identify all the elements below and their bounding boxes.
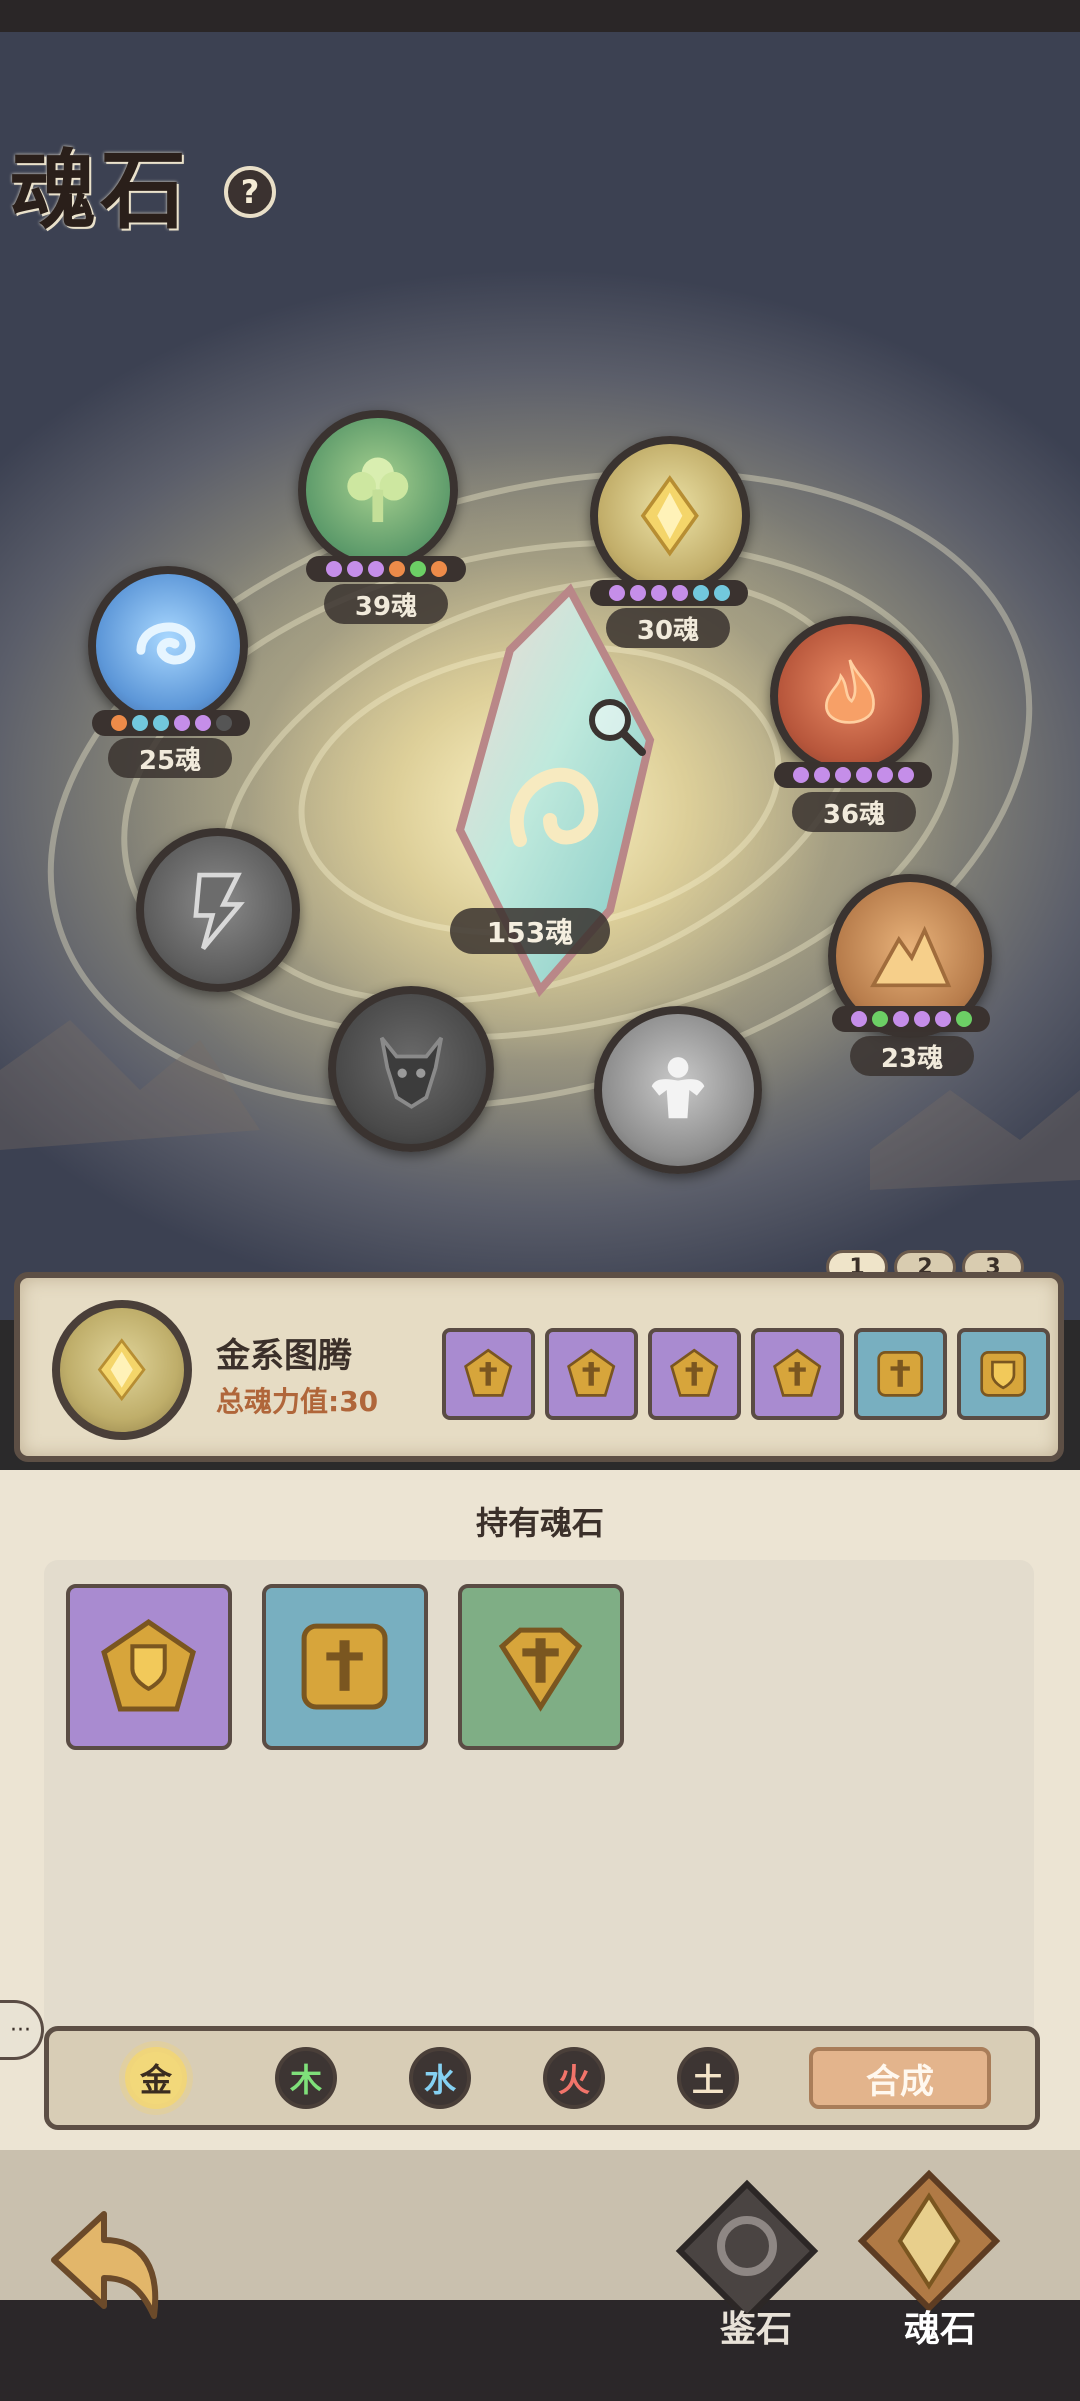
totem-slot[interactable] — [648, 1328, 741, 1420]
water-soul-value: 25魂 — [108, 738, 232, 778]
owned-stone-item[interactable] — [458, 1584, 624, 1750]
water-dot-2 — [131, 715, 148, 731]
square-sword-icon — [877, 1351, 924, 1397]
earth-dot-4 — [913, 1011, 930, 1027]
page-title: 魂石 — [10, 140, 190, 241]
water-totem-dots — [92, 710, 250, 736]
water-dot-5 — [194, 715, 211, 731]
earth-dot-1 — [850, 1011, 867, 1027]
lightning-icon — [193, 872, 245, 951]
wood-dot-2 — [346, 561, 363, 577]
soulstone-nav-button[interactable] — [854, 2166, 1004, 2316]
fire-soul-value: 36魂 — [792, 792, 916, 832]
crystal-soul-value: 153魂 — [450, 908, 610, 954]
earth-soul-value: 23魂 — [850, 1036, 974, 1076]
appraise-nav-label: 鉴石 — [719, 2309, 792, 2350]
selected-totem-emblem — [52, 1300, 192, 1440]
metal-totem-orb[interactable] — [590, 436, 750, 596]
lightning-totem-orb[interactable] — [136, 828, 300, 992]
owned-stone-item[interactable] — [66, 1584, 232, 1750]
totem-slot[interactable] — [751, 1328, 844, 1420]
element-filter-fire[interactable]: 火 — [543, 2047, 605, 2109]
element-filter-metal[interactable]: 金 — [125, 2047, 187, 2109]
pentagon-sword-icon — [670, 1348, 719, 1397]
status-strip — [0, 0, 1080, 32]
wood-dot-3 — [367, 561, 384, 577]
totem-slots — [442, 1328, 1050, 1420]
water-dot-4 — [173, 715, 190, 731]
back-arrow-icon[interactable] — [34, 2200, 174, 2330]
help-button[interactable]: ? — [224, 166, 276, 218]
fire-dot-1 — [792, 767, 809, 783]
metal-dot-6 — [713, 585, 730, 601]
page-header: 魂石 ? — [10, 110, 310, 241]
earth-dot-3 — [892, 1011, 909, 1027]
fire-dot-5 — [876, 767, 893, 783]
fire-dot-2 — [813, 767, 830, 783]
tree-icon — [347, 457, 409, 523]
owned-stones-title: 持有魂石 — [475, 1504, 604, 1542]
pentagon-sword-icon — [773, 1348, 822, 1397]
mountain-icon — [870, 925, 952, 988]
pentagon-sword-icon — [464, 1348, 513, 1397]
totem-slot[interactable] — [545, 1328, 638, 1420]
diamond-icon — [98, 1338, 146, 1402]
element-filter-bar: 金 木 水 火 土 合成 — [44, 2026, 1040, 2130]
pentagon-shield-icon — [101, 1619, 197, 1712]
wood-dot-6 — [430, 561, 447, 577]
selected-totem-total: 总魂力值:30 — [216, 1385, 379, 1418]
fire-dot-4 — [855, 767, 872, 783]
strongman-icon — [651, 1057, 705, 1119]
earth-dot-5 — [934, 1011, 951, 1027]
pentagon-sword-icon — [567, 1348, 616, 1397]
wood-dot-5 — [409, 561, 426, 577]
owned-stone-item[interactable] — [262, 1584, 428, 1750]
wood-dot-1 — [325, 561, 342, 577]
element-filter-water[interactable]: 水 — [409, 2047, 471, 2109]
flame-icon — [825, 659, 876, 724]
selected-totem-name: 金系图腾 — [216, 1336, 352, 1376]
wood-totem-dots — [306, 556, 466, 582]
earth-dot-2 — [871, 1011, 888, 1027]
compose-button[interactable]: 合成 — [809, 2047, 991, 2109]
water-dot-6 — [215, 715, 232, 731]
wood-totem-orb[interactable] — [298, 410, 458, 570]
square-sword-icon — [302, 1624, 388, 1710]
earth-totem-dots — [832, 1006, 990, 1032]
fire-dot-6 — [897, 767, 914, 783]
selected-totem-panel: 金系图腾 总魂力值:30 — [14, 1272, 1064, 1462]
wood-dot-4 — [388, 561, 405, 577]
diamond-icon — [640, 475, 700, 557]
soulstone-nav-label: 魂石 — [903, 2309, 976, 2350]
fire-totem-orb[interactable] — [770, 616, 930, 776]
fire-dot-3 — [834, 767, 851, 783]
totem-slot[interactable] — [442, 1328, 535, 1420]
square-shield-icon — [980, 1351, 1027, 1397]
fire-totem-dots — [774, 762, 932, 788]
water-dot-1 — [110, 715, 127, 731]
demon-mask-icon — [379, 1036, 443, 1109]
strongman-totem-orb[interactable] — [594, 1006, 762, 1174]
demon-totem-orb[interactable] — [328, 986, 494, 1152]
water-totem-orb[interactable] — [88, 566, 248, 726]
water-dot-3 — [152, 715, 169, 731]
gem-sword-icon — [499, 1628, 583, 1713]
wave-icon — [136, 622, 196, 665]
owned-stones-list — [66, 1584, 624, 1750]
earth-dot-6 — [955, 1011, 972, 1027]
magnifier-icon[interactable] — [582, 692, 652, 762]
totem-slot[interactable] — [957, 1328, 1050, 1420]
element-filter-earth[interactable]: 土 — [677, 2047, 739, 2109]
totem-slot[interactable] — [854, 1328, 947, 1420]
element-filter-wood[interactable]: 木 — [275, 2047, 337, 2109]
